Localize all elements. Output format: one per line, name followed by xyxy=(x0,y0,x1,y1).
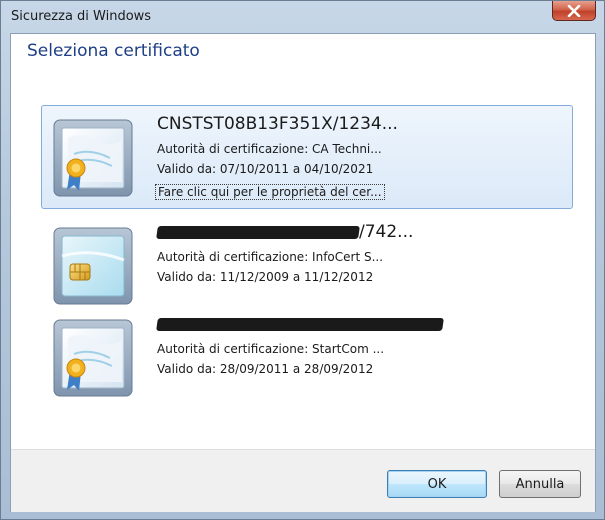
certificate-subject: /742... xyxy=(156,222,414,242)
certificate-properties-link[interactable]: Fare clic qui per le proprietà del cer..… xyxy=(155,184,385,200)
redacted-subject xyxy=(156,225,360,239)
certificate-subject-suffix: /742... xyxy=(359,222,414,242)
cancel-button[interactable]: Annulla xyxy=(499,470,581,498)
dialog-footer: OK Annulla xyxy=(11,449,595,512)
close-icon xyxy=(567,4,581,17)
close-button[interactable] xyxy=(552,1,596,21)
certificate-item-2[interactable]: /742... Autorità di certificazione: Info… xyxy=(41,213,573,317)
certificate-subject xyxy=(156,314,444,334)
title-bar[interactable]: Sicurezza di Windows xyxy=(1,1,604,33)
dialog-heading: Seleziona certificato xyxy=(27,41,200,61)
certificate-validity: Valido da: 11/12/2009 a 11/12/2012 xyxy=(157,270,374,284)
certificate-validity: Valido da: 07/10/2011 a 04/10/2021 xyxy=(157,162,374,176)
certificate-item-3[interactable]: Autorità di certificazione: StartCom ...… xyxy=(41,305,573,409)
certificate-ribbon-icon xyxy=(53,319,133,397)
certificate-item-1[interactable]: CNSTST08B13F351X/1234... Autorità di cer… xyxy=(41,105,573,209)
certificate-list[interactable]: CNSTST08B13F351X/1234... Autorità di cer… xyxy=(41,105,573,405)
certificate-issuer: Autorità di certificazione: InfoCert S..… xyxy=(157,250,384,264)
dialog-window: Sicurezza di Windows Seleziona certifica… xyxy=(0,0,605,520)
certificate-ribbon-icon xyxy=(53,119,133,197)
window-title: Sicurezza di Windows xyxy=(11,9,152,24)
certificate-issuer: Autorità di certificazione: CA Techni... xyxy=(157,142,382,156)
certificate-validity: Valido da: 28/09/2011 a 28/09/2012 xyxy=(157,362,374,376)
certificate-issuer: Autorità di certificazione: StartCom ... xyxy=(157,342,385,356)
ok-button[interactable]: OK xyxy=(387,470,487,498)
redacted-subject xyxy=(156,317,444,331)
certificate-subject: CNSTST08B13F351X/1234... xyxy=(157,114,398,134)
smartcard-certificate-icon xyxy=(53,227,133,305)
